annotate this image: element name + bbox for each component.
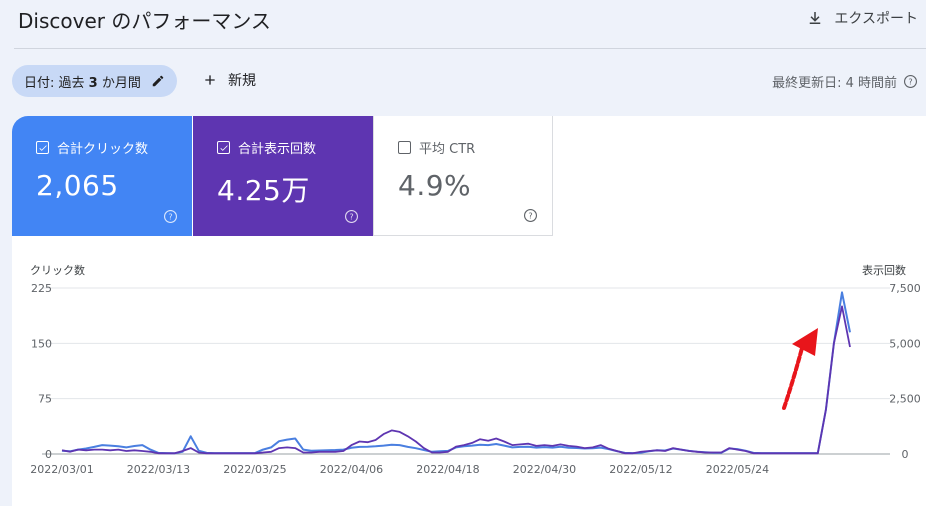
last-updated: 最終更新日: 4 時間前 ? xyxy=(772,72,918,91)
x-tick-label: 2022/04/30 xyxy=(513,463,576,476)
date-filter-chip[interactable]: 日付: 過去 3 か月間 xyxy=(12,65,177,97)
export-label: エクスポート xyxy=(834,11,918,27)
download-icon xyxy=(810,12,821,24)
y-left-ticks: 225 150 75 0 xyxy=(31,282,52,461)
y-left-tick-label: 225 xyxy=(31,282,52,295)
x-tick-label: 2022/05/24 xyxy=(706,463,769,476)
page-header: Discover のパフォーマンス エクスポート xyxy=(0,0,926,48)
add-filter-button[interactable]: 新規 xyxy=(202,70,256,90)
annotation-arrow xyxy=(782,328,818,410)
page-title: Discover のパフォーマンス xyxy=(18,9,271,33)
y-left-tick-label: 75 xyxy=(38,393,52,406)
edit-pencil-icon xyxy=(152,75,164,87)
header-divider xyxy=(14,48,926,49)
add-filter-label: 新規 xyxy=(228,73,256,89)
performance-line-chart[interactable]: 225150750 7,5005,0002,5000 2022/03/01 202… xyxy=(12,116,926,496)
series-lines xyxy=(61,291,851,455)
chart-grid xyxy=(42,287,890,455)
clicks-series-line xyxy=(61,305,851,455)
x-ticks: 2022/03/01 2022/03/13 2022/03/25 2022/04/06… xyxy=(30,463,769,476)
x-tick-label: 2022/03/01 xyxy=(30,463,93,476)
x-tick-label: 2022/04/18 xyxy=(416,463,479,476)
y-left-tick-label: 150 xyxy=(31,337,52,350)
y-right-tick-label: 2,500 xyxy=(889,393,921,406)
y-right-tick-label: 0 xyxy=(902,448,909,461)
y-right-ticks: 7,500 5,000 2,500 0 xyxy=(889,282,921,461)
x-tick-label: 2022/03/25 xyxy=(223,463,286,476)
help-icon[interactable]: ? xyxy=(903,74,918,89)
x-tick-label: 2022/04/06 xyxy=(320,463,383,476)
y-right-tick-label: 7,500 xyxy=(889,282,921,295)
x-tick-label: 2022/05/12 xyxy=(609,463,672,476)
annotation-arrow-head xyxy=(792,328,818,356)
x-tick-label: 2022/03/13 xyxy=(127,463,190,476)
last-updated-text: 最終更新日: 4 時間前 xyxy=(772,76,897,91)
plus-icon xyxy=(205,75,215,85)
svg-text:?: ? xyxy=(908,76,912,86)
y-left-tick-label: 0 xyxy=(45,448,52,461)
date-filter-text: 日付: 過去 3 か月間 xyxy=(24,75,141,91)
impressions-series-line xyxy=(61,291,851,455)
export-button[interactable]: エクスポート xyxy=(806,8,918,28)
performance-card: 合計クリック数 2,065 ? 合計表示回数 4.25万 ? 平均 CTR 4.… xyxy=(12,116,926,506)
y-right-tick-label: 5,000 xyxy=(889,337,921,350)
